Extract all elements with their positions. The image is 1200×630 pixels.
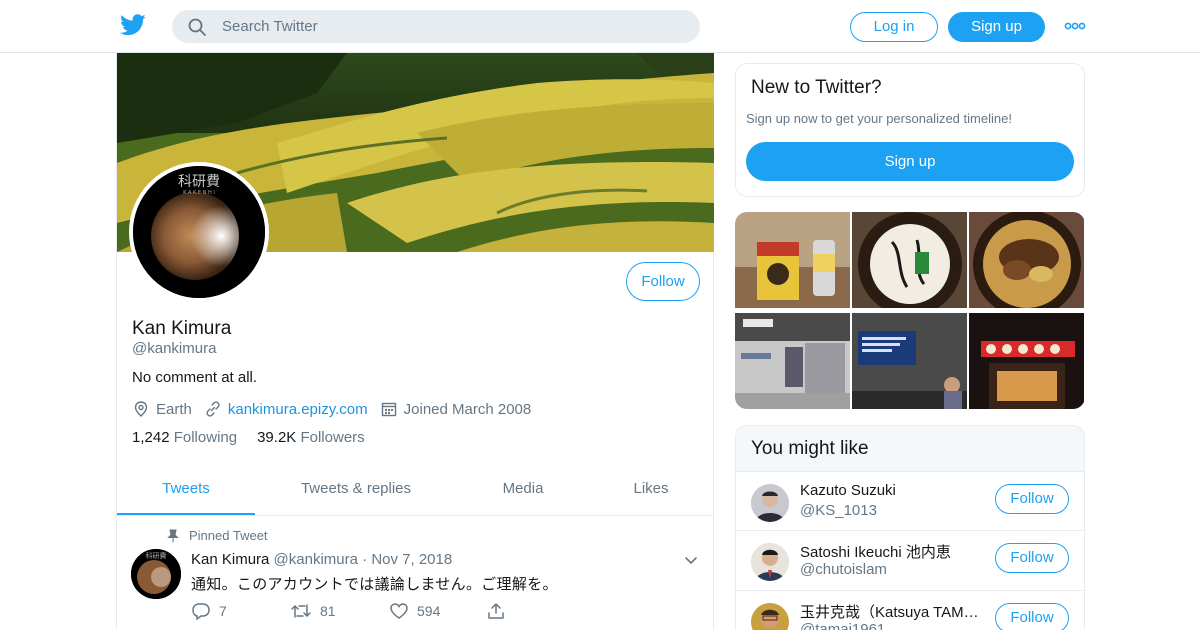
joined-item: Joined March 2008 xyxy=(380,400,532,418)
tab-tweets[interactable]: Tweets xyxy=(117,469,255,515)
suggested-user-name[interactable]: Satoshi Ikeuchi 池内恵 xyxy=(800,541,980,562)
tab-likes[interactable]: Likes xyxy=(617,469,685,515)
heart-icon xyxy=(390,603,408,619)
svg-text:科研費: 科研費 xyxy=(146,551,167,560)
media-thumbnail[interactable] xyxy=(735,313,850,409)
you-might-like-title: You might like xyxy=(751,438,869,459)
search-input[interactable] xyxy=(222,10,682,43)
tab-tweets-replies[interactable]: Tweets & replies xyxy=(282,469,430,515)
suggested-user-handle: @chutoislam xyxy=(800,561,887,578)
reply-icon xyxy=(192,603,210,620)
profile-column: 科研費 K A K E N H I Follow Kan Kimura @kan… xyxy=(116,53,714,630)
new-to-twitter-subtitle: Sign up now to get your personalized tim… xyxy=(746,111,1012,126)
signup-button[interactable]: Sign up xyxy=(948,12,1045,42)
media-grid xyxy=(735,212,1085,409)
suggested-user-avatar[interactable] xyxy=(751,484,789,522)
pinned-label: Pinned Tweet xyxy=(167,528,268,543)
login-button[interactable]: Log in xyxy=(850,12,938,42)
top-bar: Log in Sign up xyxy=(0,0,1200,53)
media-thumbnail[interactable] xyxy=(852,313,967,409)
suggested-user-follow-button[interactable]: Follow xyxy=(995,543,1069,573)
calendar-icon xyxy=(381,402,396,417)
profile-tabs: Tweets Tweets & replies Media Likes xyxy=(117,469,714,516)
location-item: Earth xyxy=(132,400,192,418)
profile-name: Kan Kimura xyxy=(132,318,232,339)
like-action[interactable]: 594 xyxy=(389,602,440,620)
suggested-user-handle: @KS_1013 xyxy=(800,502,877,519)
following-stat[interactable]: 1,242 Following xyxy=(132,429,237,446)
suggested-user-handle: @tamai1961 xyxy=(800,621,886,630)
tweet-header: Kan Kimura @kankimura · Nov 7, 2018 xyxy=(191,551,452,568)
suggested-user-row[interactable]: Kazuto Suzuki @KS_1013 Follow xyxy=(736,471,1084,531)
website-link[interactable]: kankimura.epizy.com xyxy=(228,401,368,418)
more-options-icon[interactable] xyxy=(1064,21,1086,31)
tweet-date[interactable]: Nov 7, 2018 xyxy=(371,551,452,568)
profile-bio: No comment at all. xyxy=(132,369,258,386)
avatar-logo-subtext: K A K E N H I xyxy=(183,190,215,196)
pinned-tweet[interactable]: Pinned Tweet 科研費 Kan Kimura @kankimura ·… xyxy=(117,516,714,630)
pin-icon xyxy=(167,529,179,542)
followers-stat[interactable]: 39.2K Followers xyxy=(257,429,365,446)
suggested-user-follow-button[interactable]: Follow xyxy=(995,484,1069,514)
profile-avatar[interactable]: 科研費 K A K E N H I xyxy=(129,162,269,302)
media-thumbnail[interactable] xyxy=(852,212,967,308)
search-bar[interactable] xyxy=(172,10,700,43)
share-icon xyxy=(488,603,504,619)
profile-stats: 1,242 Following 39.2K Followers xyxy=(132,429,385,446)
tweet-author-handle[interactable]: @kankimura xyxy=(274,551,358,568)
twitter-logo-icon[interactable] xyxy=(120,13,146,37)
tweet-text: 通知。このアカウントでは議論しません。ご理解を。 xyxy=(191,575,558,593)
suggested-user-name[interactable]: Kazuto Suzuki xyxy=(800,482,980,499)
avatar-logo-text: 科研費 xyxy=(178,174,220,190)
suggested-user-row[interactable]: 玉井克哉（Katsuya TAMAI） @tamai1961 Follow xyxy=(736,590,1084,630)
tweet-separator: · xyxy=(362,551,368,568)
retweet-action[interactable]: 81 xyxy=(290,602,336,620)
location-pin-icon xyxy=(134,401,148,417)
profile-meta: Earth kankimura.epizy.com Joined March 2… xyxy=(132,398,543,420)
profile-handle: @kankimura xyxy=(132,340,217,357)
new-to-twitter-card: New to Twitter? Sign up now to get your … xyxy=(735,63,1085,197)
suggested-user-avatar[interactable] xyxy=(751,543,789,581)
you-might-like-card: You might like Kazuto Suzuki @KS_1013 Fo… xyxy=(735,425,1085,630)
chevron-down-icon[interactable] xyxy=(684,556,698,566)
reply-action[interactable]: 7 xyxy=(191,602,227,620)
joined-text: Joined March 2008 xyxy=(403,400,532,418)
link-icon xyxy=(206,401,220,417)
tweet-avatar[interactable]: 科研費 xyxy=(131,549,181,599)
retweet-icon xyxy=(291,604,311,618)
suggested-user-row[interactable]: Satoshi Ikeuchi 池内恵 @chutoislam Follow xyxy=(736,530,1084,590)
media-thumbnail[interactable] xyxy=(969,212,1084,308)
location-text: Earth xyxy=(156,400,192,418)
moon-avatar-small-image: 科研費 xyxy=(131,549,181,599)
share-action[interactable] xyxy=(487,602,513,620)
moon-avatar-image: 科研費 K A K E N H I xyxy=(133,166,265,298)
signup-card-button[interactable]: Sign up xyxy=(746,142,1074,181)
new-to-twitter-title: New to Twitter? xyxy=(751,77,882,98)
media-thumbnail[interactable] xyxy=(969,313,1084,409)
suggested-user-avatar[interactable] xyxy=(751,603,789,630)
follow-button[interactable]: Follow xyxy=(626,262,700,301)
suggested-user-name[interactable]: 玉井克哉（Katsuya TAMAI） xyxy=(800,601,980,622)
media-thumbnail[interactable] xyxy=(735,212,850,308)
suggested-user-follow-button[interactable]: Follow xyxy=(995,603,1069,630)
website-item[interactable]: kankimura.epizy.com xyxy=(204,400,368,418)
tab-media[interactable]: Media xyxy=(487,469,559,515)
search-icon xyxy=(188,18,206,36)
tweet-author-name[interactable]: Kan Kimura xyxy=(191,551,269,568)
